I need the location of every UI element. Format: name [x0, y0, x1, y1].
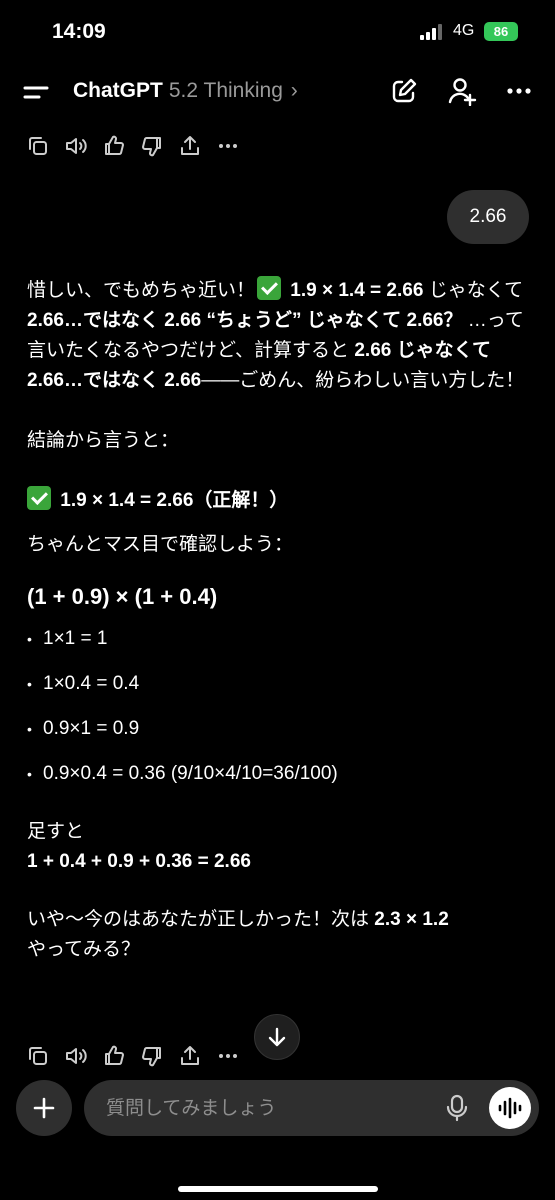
thumbs-down-icon[interactable]: [140, 134, 164, 158]
message-actions-top: [26, 134, 240, 162]
voice-mode-button[interactable]: [489, 1087, 531, 1129]
answer-bold: 1.9 × 1.4 = 2.66（正解！）: [60, 490, 289, 511]
chevron-right-icon: ›: [290, 79, 298, 102]
composer: [0, 1072, 555, 1200]
add-person-icon[interactable]: [447, 76, 477, 106]
status-time: 14:09: [52, 20, 106, 43]
sum-result-bold: 1 + 0.4 + 0.9 + 0.36 = 2.66: [27, 851, 251, 872]
list-item: 1×1 = 1: [27, 624, 527, 654]
formula-heading: (1 + 0.9) × (1 + 0.4): [27, 584, 218, 609]
thumbs-up-icon[interactable]: [102, 1044, 126, 1068]
list-item: 1×0.4 = 0.4: [27, 669, 527, 699]
attach-button[interactable]: [16, 1080, 72, 1136]
app-name: ChatGPT: [73, 79, 163, 102]
microphone-icon[interactable]: [444, 1094, 470, 1122]
plus-icon: [33, 1097, 55, 1119]
response-bold: 2.66…ではなく 2.66 “ちょうど” じゃなくて 2.66？: [27, 310, 463, 331]
closing-paragraph: いや〜今のはあなたが正しかった！次は 2.3 × 1.2 やってみる？: [27, 905, 527, 965]
user-message-text: 2.66: [469, 206, 507, 227]
response-text: いや〜今のはあなたが正しかった！次は: [27, 909, 375, 930]
list-item: 0.9×0.4 = 0.36 (9/10×4/10=36/100): [27, 759, 527, 789]
response-text: やってみる？: [27, 939, 141, 960]
check-mark-icon: [27, 486, 51, 510]
share-icon[interactable]: [178, 1044, 202, 1068]
conclusion-label: 結論から言うと：: [27, 430, 180, 451]
list-item: 0.9×1 = 0.9: [27, 714, 527, 744]
more-icon[interactable]: [504, 76, 534, 106]
app-header: ChatGPT 5.2 Thinking ›: [0, 64, 555, 120]
new-chat-icon[interactable]: [389, 76, 419, 106]
status-bar: 14:09 4G 86: [0, 0, 555, 64]
share-icon[interactable]: [178, 134, 202, 158]
more-icon[interactable]: [216, 1044, 240, 1068]
sum-result: 1 + 0.4 + 0.9 + 0.36 = 2.66: [27, 847, 527, 877]
thumbs-down-icon[interactable]: [140, 1044, 164, 1068]
network-label: 4G: [453, 22, 475, 39]
assistant-message: 惜しい、でもめちゃ近い！ 1.9 × 1.4 = 2.66 じゃなくて 2.66…: [27, 276, 527, 965]
waveform-icon: [498, 1097, 522, 1119]
battery-level: 86: [493, 24, 509, 39]
message-input[interactable]: [104, 1080, 438, 1138]
speaker-icon[interactable]: [64, 1044, 88, 1068]
more-icon[interactable]: [216, 134, 240, 158]
grid-check-label: ちゃんとマス目で確認しよう：: [27, 534, 294, 555]
signal-icon: [420, 24, 442, 40]
arrow-down-icon: [268, 1027, 286, 1047]
response-paragraph: 惜しい、でもめちゃ近い！ 1.9 × 1.4 = 2.66 じゃなくて 2.66…: [27, 276, 527, 396]
speaker-icon[interactable]: [64, 134, 88, 158]
sum-label: 足すと: [27, 821, 85, 842]
scroll-to-bottom-button[interactable]: [254, 1014, 300, 1060]
menu-icon[interactable]: [20, 78, 54, 106]
check-mark-icon: [257, 276, 282, 300]
model-name: 5.2 Thinking: [168, 79, 283, 102]
response-text: じゃなくて: [423, 280, 524, 301]
response-text: ——ごめん、紛らわしい言い方した！: [201, 370, 525, 391]
answer-line: 1.9 × 1.4 = 2.66（正解！）: [27, 486, 527, 516]
response-text: 惜しい、でもめちゃ近い！: [27, 280, 256, 301]
response-bold: 1.9 × 1.4 = 2.66: [290, 280, 424, 301]
model-selector[interactable]: ChatGPT 5.2 Thinking ›: [73, 79, 298, 103]
thumbs-up-icon[interactable]: [102, 134, 126, 158]
term-list: 1×1 = 1 1×0.4 = 0.4 0.9×1 = 0.9 0.9×0.4 …: [27, 624, 527, 789]
message-input-box: [84, 1080, 539, 1138]
user-message-bubble: 2.66: [447, 190, 529, 244]
message-actions-bottom: [26, 1044, 240, 1072]
battery-icon: 86: [484, 22, 518, 41]
home-indicator: [178, 1186, 378, 1192]
copy-icon[interactable]: [26, 1044, 50, 1068]
copy-icon[interactable]: [26, 134, 50, 158]
response-bold: 2.3 × 1.2: [374, 909, 449, 930]
